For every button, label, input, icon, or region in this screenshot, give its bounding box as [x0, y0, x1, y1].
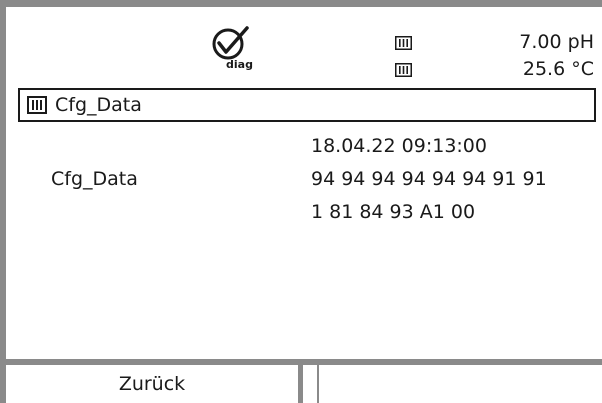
diag-label: diag: [226, 58, 253, 71]
measurement-ph: 7.00 pH: [519, 31, 594, 53]
diag-icon: diag: [211, 26, 257, 72]
cfg-data-values-line2: 1 81 84 93 A1 00: [311, 201, 476, 223]
channel-bars-icon: [395, 35, 412, 50]
back-softkey[interactable]: Zurück: [6, 365, 303, 403]
menu-bars-icon: [27, 96, 47, 114]
right-softkey[interactable]: [303, 365, 602, 403]
display-frame: [0, 0, 602, 403]
channel-bars-icon: [395, 62, 412, 77]
measurement-temperature: 25.6 °C: [522, 58, 594, 80]
cfg-data-values-line1: 94 94 94 94 94 94 91 91: [311, 168, 547, 190]
timestamp-value: 18.04.22 09:13:00: [311, 135, 487, 157]
menu-title-bar: Cfg_Data: [18, 88, 596, 122]
cfg-data-label: Cfg_Data: [51, 168, 138, 190]
page-title: Cfg_Data: [55, 94, 142, 116]
